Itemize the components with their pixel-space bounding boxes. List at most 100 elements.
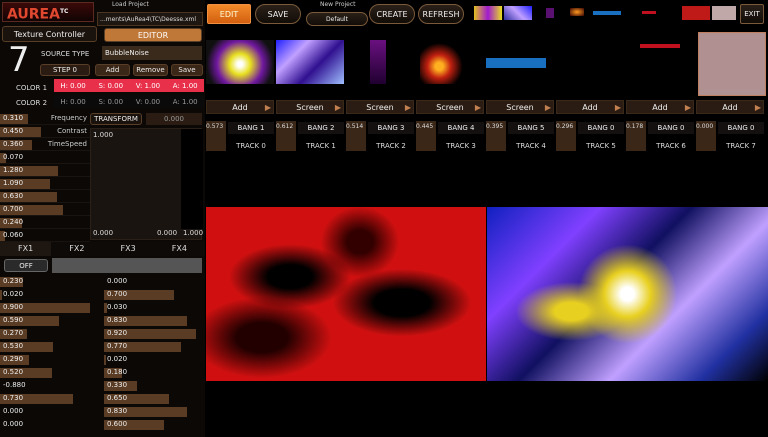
param-slider[interactable]: 0.060 (0, 230, 90, 242)
mini-thumb-8[interactable] (712, 6, 736, 20)
fx-slider[interactable]: -0.880 (0, 380, 100, 392)
mini-thumb-7[interactable] (682, 6, 710, 20)
track-name[interactable]: TRACK 6 (648, 140, 694, 152)
fx-slider[interactable]: 0.900 (0, 302, 100, 314)
fx-slider[interactable]: 0.700 (104, 289, 204, 301)
fx-slider[interactable]: 0.530 (0, 341, 100, 353)
param-slider[interactable]: 0.450 Contrast (0, 126, 90, 138)
blend-mode-select[interactable]: Screen ▶ (416, 100, 484, 114)
bang-button[interactable]: BANG 1 (228, 122, 274, 134)
track-thumb-6[interactable] (698, 32, 766, 96)
track-name[interactable]: TRACK 7 (718, 140, 764, 152)
tab-fx3[interactable]: FX3 (103, 242, 154, 256)
fx-slider[interactable]: 0.000 (104, 276, 204, 288)
fx-slider[interactable]: 0.020 (0, 289, 100, 301)
blend-mode-select[interactable]: Add ▶ (556, 100, 624, 114)
edit-button[interactable]: EDIT (207, 4, 251, 24)
track-name[interactable]: TRACK 5 (578, 140, 624, 152)
blend-mode-select[interactable]: Screen ▶ (346, 100, 414, 114)
blend-mode-select[interactable]: Add ▶ (206, 100, 274, 114)
fx-slider[interactable]: 0.830 (104, 315, 204, 327)
fx-slider[interactable]: 0.590 (0, 315, 100, 327)
track-name[interactable]: TRACK 4 (508, 140, 554, 152)
fx-slider[interactable]: 0.270 (0, 328, 100, 340)
bang-button[interactable]: BANG 5 (508, 122, 554, 134)
fx-slider[interactable]: 0.030 (104, 302, 204, 314)
load-project-field[interactable]: ...ments\AuRea4\TC\Deesse.xml (97, 12, 203, 26)
fx-slider[interactable]: 0.330 (104, 380, 204, 392)
track-level[interactable]: 0.514 (346, 121, 366, 151)
fx-slider[interactable]: 0.600 (104, 419, 204, 431)
param-slider[interactable]: 1.280 (0, 165, 90, 177)
mini-thumb-5[interactable] (593, 11, 621, 15)
save-button[interactable]: SAVE (255, 4, 301, 24)
fx-slider[interactable]: 0.650 (104, 393, 204, 405)
tab-fx1[interactable]: FX1 (0, 242, 52, 256)
track-thumb-4[interactable] (486, 58, 546, 68)
fx-slider[interactable]: 0.000 (0, 419, 100, 431)
fx-slider[interactable]: 0.180 (104, 367, 204, 379)
track-name[interactable]: TRACK 1 (298, 140, 344, 152)
save-step-button[interactable]: Save (171, 64, 203, 76)
tab-fx4[interactable]: FX4 (154, 242, 205, 256)
mini-thumb-6[interactable] (642, 11, 656, 14)
exit-button[interactable]: EXIT (740, 4, 764, 24)
create-button[interactable]: CREATE (369, 4, 415, 24)
track-level[interactable]: 0.612 (276, 121, 296, 151)
track-thumb-3[interactable] (420, 40, 468, 84)
track-level[interactable]: 0.573 (206, 121, 226, 151)
bang-button[interactable]: BANG 0 (578, 122, 624, 134)
param-slider[interactable]: 0.630 (0, 191, 90, 203)
fx-off-toggle[interactable]: OFF (4, 259, 48, 272)
track-level[interactable]: 0.296 (556, 121, 576, 151)
track-name[interactable]: TRACK 3 (438, 140, 484, 152)
bang-button[interactable]: BANG 0 (718, 122, 764, 134)
param-slider[interactable]: 0.240 (0, 217, 90, 229)
blend-mode-select[interactable]: Add ▶ (626, 100, 694, 114)
transform-value[interactable]: 0.000 (146, 113, 202, 125)
fx-name-field[interactable] (52, 258, 202, 273)
color2-bar[interactable]: H: 0.00 S: 0.00 V: 0.00 A: 1.00 (54, 95, 204, 108)
track-thumb-2[interactable] (370, 40, 386, 84)
add-button[interactable]: Add (95, 64, 130, 76)
track-thumb-1[interactable] (276, 40, 344, 84)
mini-thumb-4[interactable] (570, 8, 584, 16)
fx-slider[interactable]: 0.520 (0, 367, 100, 379)
color1-bar[interactable]: H: 0.00 S: 0.00 V: 1.00 A: 1.00 (54, 79, 204, 92)
bang-button[interactable]: BANG 4 (438, 122, 484, 134)
fx-slider[interactable]: 0.770 (104, 341, 204, 353)
blend-mode-select[interactable]: Screen ▶ (486, 100, 554, 114)
param-slider[interactable]: 0.360 TimeSpeed (0, 139, 90, 151)
track-level[interactable]: 0.395 (486, 121, 506, 151)
param-slider[interactable]: 0.070 (0, 152, 90, 164)
bang-button[interactable]: BANG 2 (298, 122, 344, 134)
refresh-button[interactable]: REFRESH (418, 4, 464, 24)
fx-slider[interactable]: 0.920 (104, 328, 204, 340)
track-thumb-0[interactable] (206, 40, 274, 84)
blend-mode-select[interactable]: Add ▶ (696, 100, 764, 114)
source-type-field[interactable]: BubbleNoise (102, 46, 202, 60)
mini-thumb-1[interactable] (474, 6, 502, 20)
param-slider[interactable]: 0.310 Frequency (0, 113, 90, 125)
fx-slider[interactable]: 0.290 (0, 354, 100, 366)
track-thumb-5[interactable] (640, 44, 680, 48)
mini-thumb-3[interactable] (546, 8, 554, 18)
track-name[interactable]: TRACK 0 (228, 140, 274, 152)
track-level[interactable]: 0.000 (696, 121, 716, 151)
param-slider[interactable]: 0.700 (0, 204, 90, 216)
track-level[interactable]: 0.178 (626, 121, 646, 151)
bang-button[interactable]: BANG 3 (368, 122, 414, 134)
track-name[interactable]: TRACK 2 (368, 140, 414, 152)
fx-slider[interactable]: 0.000 (0, 406, 100, 418)
blend-mode-select[interactable]: Screen ▶ (276, 100, 344, 114)
fx-slider[interactable]: 0.830 (104, 406, 204, 418)
transform-graph[interactable]: 1.000 0.000 0.000 1.000 (90, 128, 203, 240)
new-project-field[interactable]: Default (306, 12, 368, 26)
track-level[interactable]: 0.445 (416, 121, 436, 151)
mini-thumb-2[interactable] (504, 6, 532, 20)
tab-fx2[interactable]: FX2 (51, 242, 102, 256)
fx-slider[interactable]: 0.730 (0, 393, 100, 405)
fx-slider[interactable]: 0.230 (0, 276, 100, 288)
bang-button[interactable]: BANG 0 (648, 122, 694, 134)
param-slider[interactable]: 1.090 (0, 178, 90, 190)
